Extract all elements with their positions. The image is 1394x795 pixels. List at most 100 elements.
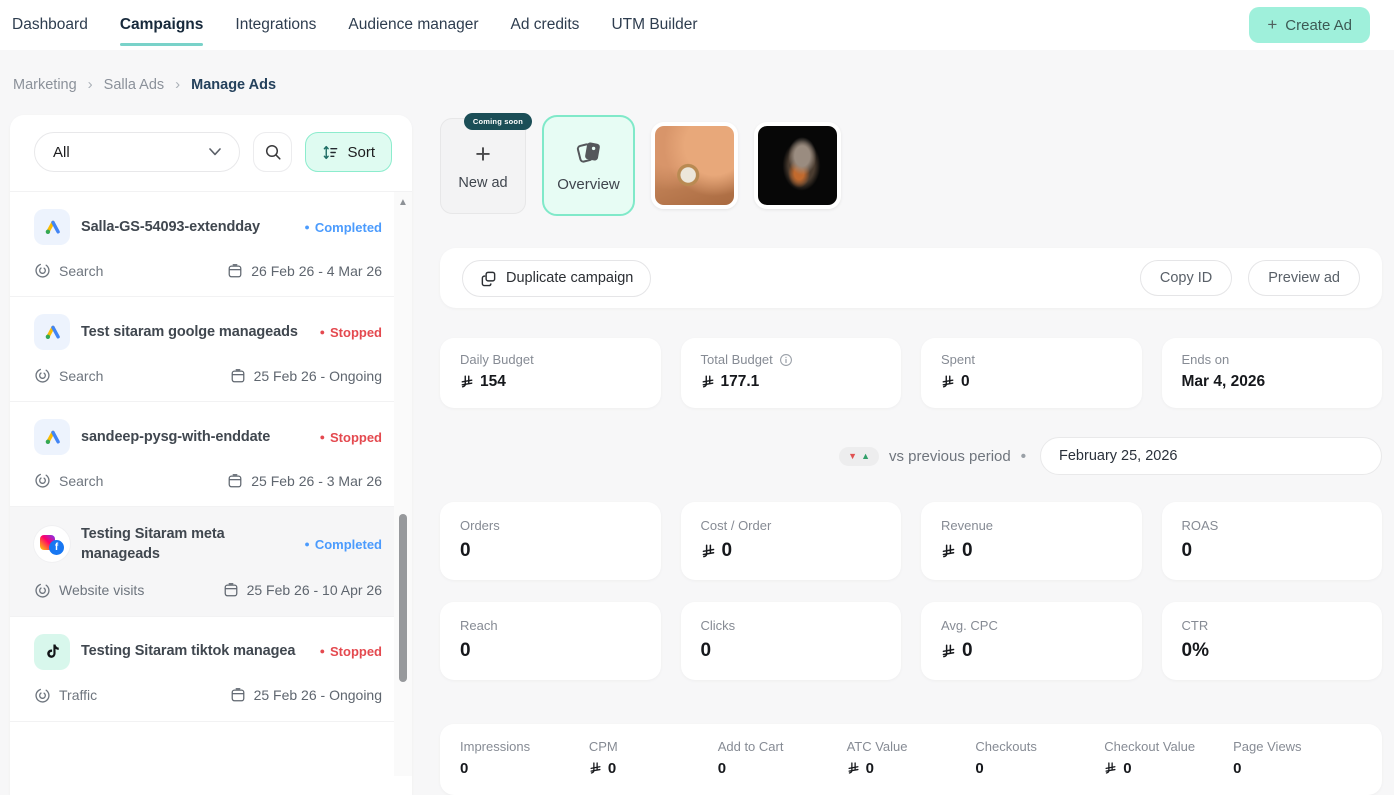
campaign-list-item[interactable]: Test sitaram goolge manageads ● Stopped … bbox=[10, 297, 412, 402]
avg-cpc-card: Avg. CPC 0 bbox=[921, 602, 1142, 680]
nav-item-ad-credits[interactable]: Ad credits bbox=[511, 0, 580, 50]
overview-cards-icon bbox=[576, 142, 600, 163]
stat-value: 0 bbox=[1233, 760, 1242, 777]
create-ad-button[interactable]: + Create Ad bbox=[1249, 7, 1370, 43]
sort-button[interactable]: Sort bbox=[305, 132, 392, 172]
status-bullet-icon: ● bbox=[319, 326, 325, 337]
stat-value: 0 bbox=[460, 760, 469, 777]
duplicate-campaign-label: Duplicate campaign bbox=[506, 270, 634, 286]
campaign-dates: 25 Feb 26 - 10 Apr 26 bbox=[246, 582, 382, 599]
riyal-currency-icon bbox=[461, 375, 473, 388]
status-label: Stopped bbox=[330, 324, 382, 340]
date-picker-input[interactable]: February 25, 2026 bbox=[1040, 437, 1382, 475]
campaign-name: Test sitaram goolge manageads bbox=[81, 323, 298, 340]
calendar-icon bbox=[228, 473, 242, 487]
stat-label: Revenue bbox=[941, 518, 994, 533]
campaign-name: Testing Sitaram tiktok managea bbox=[81, 643, 296, 660]
ad-creative-thumbnail-2[interactable] bbox=[754, 122, 841, 209]
cost-per-order-card: Cost / Order 0 bbox=[680, 502, 901, 580]
stat-label: Add to Cart bbox=[717, 739, 784, 754]
stat-label: Ends on bbox=[1181, 352, 1230, 367]
stat-label: Total Budget bbox=[700, 352, 773, 367]
objective-target-icon bbox=[35, 263, 50, 278]
sort-label: Sort bbox=[347, 143, 375, 161]
search-button[interactable] bbox=[253, 132, 293, 172]
campaign-list-item[interactable]: sandeep-pysg-with-enddate ● Stopped Sear… bbox=[10, 402, 412, 507]
scrollbar-thumb[interactable] bbox=[399, 514, 407, 682]
budget-cards-row: Daily Budget 154 Total Budget 177.1 Spen… bbox=[440, 338, 1382, 408]
trend-down-icon: ▼ bbox=[848, 450, 858, 461]
stat-value: 177.1 bbox=[720, 373, 760, 390]
stat-label: Spent bbox=[941, 352, 975, 367]
status-label: Stopped bbox=[330, 644, 382, 660]
stat-value: 0 bbox=[700, 640, 712, 661]
copy-id-button[interactable]: Copy ID bbox=[1139, 260, 1233, 296]
chevron-right-icon: › bbox=[175, 76, 181, 93]
riyal-currency-icon bbox=[1105, 762, 1116, 774]
stat-value: 0 bbox=[607, 760, 617, 777]
campaign-dates: 25 Feb 26 - Ongoing bbox=[253, 367, 382, 384]
nav-item-audience-manager[interactable]: Audience manager bbox=[348, 0, 478, 50]
calendar-icon bbox=[231, 688, 244, 702]
nav-item-utm-builder[interactable]: UTM Builder bbox=[611, 0, 697, 50]
checkouts-cell: Checkouts 0 bbox=[975, 739, 1104, 777]
stat-label: Clicks bbox=[700, 618, 736, 633]
stat-value: 0 bbox=[961, 373, 970, 390]
new-ad-tab[interactable]: Coming soon + New ad bbox=[440, 113, 532, 214]
riyal-currency-icon bbox=[702, 375, 713, 388]
trend-legend: ▼ ▲ bbox=[839, 446, 879, 466]
duplicate-campaign-button[interactable]: Duplicate campaign bbox=[462, 259, 652, 297]
status-label: Completed bbox=[314, 219, 382, 235]
chevron-down-icon bbox=[209, 148, 222, 156]
campaign-objective: Traffic bbox=[59, 687, 98, 704]
stat-value: 0 bbox=[962, 640, 973, 661]
riyal-currency-icon bbox=[942, 543, 955, 557]
cpm-cell: CPM 0 bbox=[589, 739, 718, 777]
stat-label: Reach bbox=[460, 618, 498, 633]
nav-item-integrations[interactable]: Integrations bbox=[235, 0, 316, 50]
page-views-cell: Page Views 0 bbox=[1233, 739, 1362, 777]
breadcrumb-salla-ads[interactable]: Salla Ads bbox=[104, 77, 164, 93]
calendar-icon bbox=[224, 583, 237, 597]
stat-value: Mar 4, 2026 bbox=[1181, 373, 1266, 390]
add-to-cart-cell: Add to Cart 0 bbox=[718, 739, 847, 777]
daily-budget-card: Daily Budget 154 bbox=[440, 338, 661, 408]
create-ad-label: Create Ad bbox=[1285, 16, 1352, 34]
riyal-currency-icon bbox=[942, 375, 954, 388]
status-badge: ● Completed bbox=[304, 220, 382, 235]
stat-value: 0 bbox=[1181, 540, 1193, 561]
campaign-list-item[interactable]: Testing Sitaram tiktok managea ● Stopped… bbox=[10, 617, 412, 722]
scroll-up-arrow-icon[interactable]: ▲ bbox=[394, 192, 412, 208]
campaign-list-item[interactable]: Salla-GS-54093-extendday ● Completed Sea… bbox=[10, 192, 412, 297]
stat-label: Impressions bbox=[460, 739, 531, 754]
breadcrumb: Marketing › Salla Ads › Manage Ads bbox=[13, 76, 276, 93]
campaign-list: Salla-GS-54093-extendday ● Completed Sea… bbox=[10, 191, 412, 776]
calendar-icon bbox=[231, 368, 244, 382]
copy-id-label: Copy ID bbox=[1159, 270, 1213, 286]
breadcrumb-marketing[interactable]: Marketing bbox=[13, 77, 77, 93]
preview-ad-button[interactable]: Preview ad bbox=[1248, 260, 1360, 296]
ad-creative-thumbnail-1[interactable] bbox=[651, 122, 738, 209]
facebook-icon: f bbox=[49, 539, 64, 555]
list-scrollbar: ▲ bbox=[394, 192, 412, 776]
coming-soon-badge: Coming soon bbox=[463, 113, 532, 130]
stat-label: Avg. CPC bbox=[941, 618, 998, 633]
stat-value: 0 bbox=[721, 540, 733, 561]
google-ads-icon bbox=[34, 419, 70, 455]
campaign-list-item[interactable]: f Testing Sitaram meta manageads ● Compl… bbox=[10, 507, 412, 617]
status-bullet-icon: ● bbox=[319, 431, 325, 442]
overview-tab[interactable]: Overview bbox=[542, 115, 635, 216]
orders-card: Orders 0 bbox=[440, 502, 661, 580]
vs-previous-period-label: vs previous period bbox=[889, 447, 1011, 465]
campaign-objective: Search bbox=[59, 367, 104, 384]
status-filter-select[interactable]: All bbox=[34, 132, 241, 172]
nav-item-dashboard[interactable]: Dashboard bbox=[12, 0, 88, 50]
meta-platform-icon: f bbox=[34, 526, 70, 563]
stat-value: 0 bbox=[460, 640, 471, 661]
campaign-dates: 25 Feb 26 - Ongoing bbox=[253, 687, 382, 704]
nav-item-campaigns[interactable]: Campaigns bbox=[119, 0, 203, 50]
date-value: February 25, 2026 bbox=[1059, 448, 1178, 464]
google-ads-icon bbox=[34, 209, 70, 245]
riyal-currency-icon bbox=[702, 543, 714, 557]
info-icon[interactable] bbox=[779, 353, 793, 367]
